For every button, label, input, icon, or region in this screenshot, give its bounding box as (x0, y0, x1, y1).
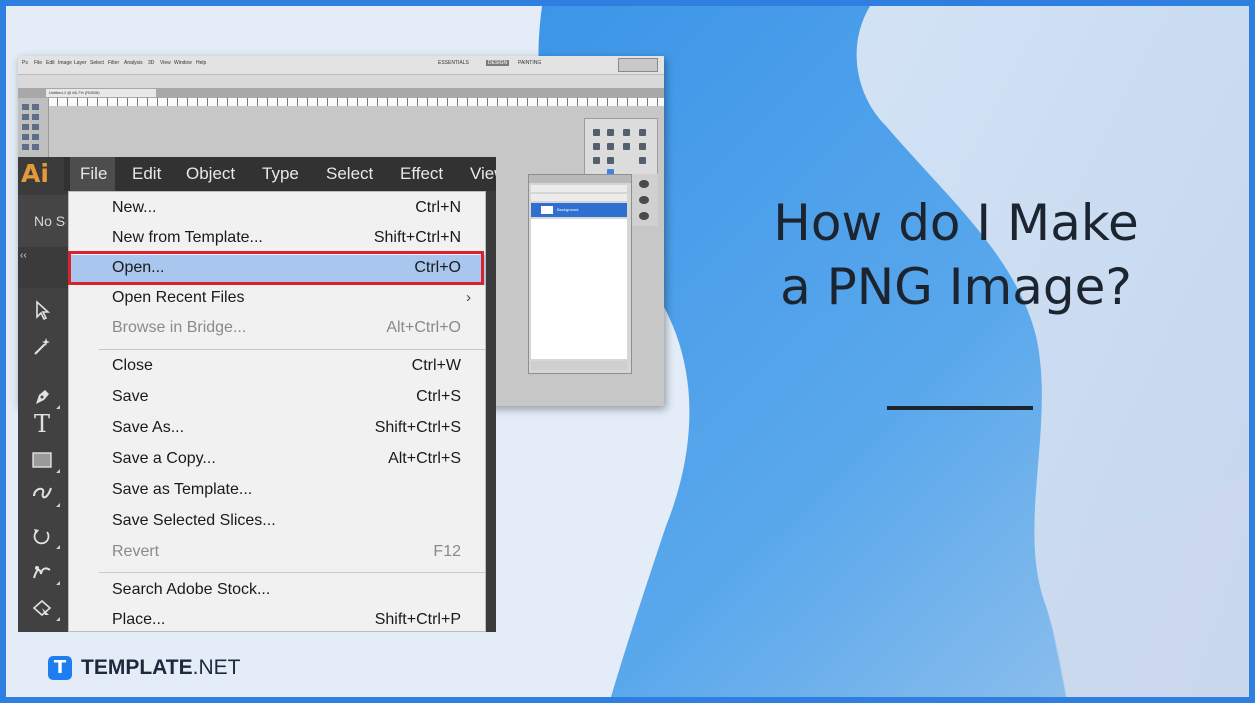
ps-menu-item[interactable]: File (34, 60, 42, 66)
menu-item-label: Save a Copy... (112, 450, 216, 467)
rectangle-tool-icon[interactable] (20, 444, 64, 476)
menu-item-shortcut: Shift+Ctrl+P (374, 611, 461, 628)
menu-item-shortcut: Ctrl+S (416, 388, 461, 405)
brand-name-suffix: .NET (192, 656, 241, 679)
menu-item-shortcut: Shift+Ctrl+N (373, 229, 461, 246)
menu-item-save-selected-slices[interactable]: Save Selected Slices... (69, 508, 485, 538)
ps-ruler (48, 98, 664, 106)
no-selection-label: No Se (34, 213, 66, 229)
ps-menu-item[interactable]: View (160, 60, 171, 66)
menu-item-label: Browse in Bridge... (112, 319, 247, 336)
ps-menubar: Ps File Edit Image Layer Select Filter A… (18, 56, 664, 74)
menu-item-browse-in-bridge[interactable]: Browse in Bridge... Alt+Ctrl+O (69, 315, 485, 345)
menu-item-open-recent-files[interactable]: Open Recent Files › (69, 285, 485, 315)
perspective-tool-icon[interactable] (20, 592, 64, 624)
ps-menu-item[interactable]: Window (174, 60, 192, 66)
ps-options-bar (18, 74, 664, 89)
submenu-chevron-icon: › (466, 289, 471, 306)
ps-menu-item[interactable]: Help (196, 60, 206, 66)
headline-line-2: a PNG Image? (780, 258, 1132, 316)
menu-item-shortcut: F12 (433, 543, 461, 560)
type-tool-icon[interactable]: T (20, 408, 64, 440)
ps-document-tabbar: Untitled-1 @ 66.7% (RGB/8) (18, 88, 664, 98)
menu-select[interactable]: Select (326, 157, 373, 191)
menu-item-search-adobe-stock[interactable]: Search Adobe Stock... (69, 577, 485, 607)
menu-file[interactable]: File (80, 157, 107, 191)
menu-item-close[interactable]: Close Ctrl+W (69, 353, 485, 383)
menu-item-label: Save Selected Slices... (112, 512, 276, 529)
ps-document-tab[interactable]: Untitled-1 @ 66.7% (RGB/8) (46, 89, 156, 97)
puppet-warp-tool-icon[interactable] (20, 556, 64, 588)
ps-layers-list (531, 219, 627, 359)
ps-menu-item[interactable]: Select (90, 60, 104, 66)
selection-tool-icon[interactable] (20, 294, 64, 326)
menu-item-shortcut: Shift+Ctrl+S (374, 419, 461, 436)
ps-side-strip (632, 174, 658, 226)
layer-name: Background (557, 207, 579, 212)
menu-item-save-as[interactable]: Save As... Shift+Ctrl+S (69, 415, 485, 445)
ps-menu-item[interactable]: Layer (74, 60, 87, 66)
menu-item-label: Save as Template... (112, 481, 253, 498)
ps-menu-item[interactable]: 3D (148, 60, 154, 66)
menu-item-shortcut: Ctrl+W (411, 357, 461, 374)
menu-item-shortcut: Ctrl+N (415, 199, 461, 216)
menu-item-label: Save As... (112, 419, 185, 436)
ps-menu-item[interactable]: Filter (108, 60, 119, 66)
ps-menu-item[interactable]: Analysis (124, 60, 143, 66)
menu-item-label: New... (112, 199, 157, 216)
ps-workspace-tab[interactable]: ESSENTIALS (438, 60, 469, 66)
menu-item-label: Save (112, 388, 149, 405)
menu-edit[interactable]: Edit (132, 157, 161, 191)
menu-item-shortcut: Alt+Ctrl+O (386, 319, 461, 336)
ps-workspace-tab[interactable]: PAINTING (518, 60, 541, 66)
menu-item-label: New from Template... (112, 229, 263, 246)
ps-adjustments-panel (584, 118, 658, 182)
ps-layers-footer[interactable] (531, 361, 627, 370)
panel-collapse-icon[interactable]: ‹‹ (20, 250, 27, 261)
ps-menu-item[interactable]: Image (58, 60, 72, 66)
menu-item-label: Open Recent Files (112, 289, 245, 306)
menu-view[interactable]: View (470, 157, 496, 191)
menu-effect[interactable]: Effect (400, 157, 443, 191)
brand-name-bold: TEMPLATE (81, 656, 193, 679)
rotate-tool-icon[interactable] (20, 520, 64, 552)
menu-item-shortcut: Alt+Ctrl+S (388, 450, 461, 467)
headline-line-1: How do I Make (773, 194, 1139, 252)
menu-item-label: Revert (112, 543, 160, 560)
brand-name: TEMPLATE.NET (81, 656, 240, 680)
window-controls[interactable] (618, 58, 658, 72)
ai-logo: Ai (21, 159, 49, 188)
menu-item-label: Place... (112, 611, 166, 628)
menu-item-label: Search Adobe Stock... (112, 581, 271, 598)
menu-item-save-as-template[interactable]: Save as Template... (69, 477, 485, 507)
layer-thumbnail (541, 206, 553, 214)
menu-item-label: Close (112, 357, 153, 374)
menu-separator (99, 349, 485, 350)
headline-underline (887, 406, 1033, 410)
headline: How do I Make a PNG Image? (696, 191, 1216, 319)
shaper-tool-icon[interactable] (20, 478, 64, 510)
menu-separator (99, 572, 485, 573)
template-logo-icon: T (48, 656, 72, 680)
callout-highlight-box (68, 251, 484, 285)
menu-item-save[interactable]: Save Ctrl+S (69, 384, 485, 414)
ps-layers-panel: Background (528, 174, 632, 374)
menu-item-new[interactable]: New... Ctrl+N (69, 195, 485, 225)
menu-item-save-a-copy[interactable]: Save a Copy... Alt+Ctrl+S (69, 446, 485, 476)
ps-blend-mode[interactable] (531, 185, 627, 192)
menu-type[interactable]: Type (262, 157, 299, 191)
menu-item-place[interactable]: Place... Shift+Ctrl+P (69, 607, 485, 631)
ps-menu-item[interactable]: Edit (46, 60, 55, 66)
ps-layers-tabs[interactable] (529, 175, 631, 183)
magic-wand-tool-icon[interactable] (20, 330, 64, 362)
ps-lock-row[interactable] (531, 194, 627, 201)
ps-workspace-tab-active[interactable]: DESIGN (486, 60, 510, 66)
menu-item-revert[interactable]: Revert F12 (69, 539, 485, 569)
menu-object[interactable]: Object (186, 157, 235, 191)
ps-layer-row[interactable]: Background (531, 203, 627, 217)
ps-menu-item[interactable]: Ps (22, 60, 28, 66)
